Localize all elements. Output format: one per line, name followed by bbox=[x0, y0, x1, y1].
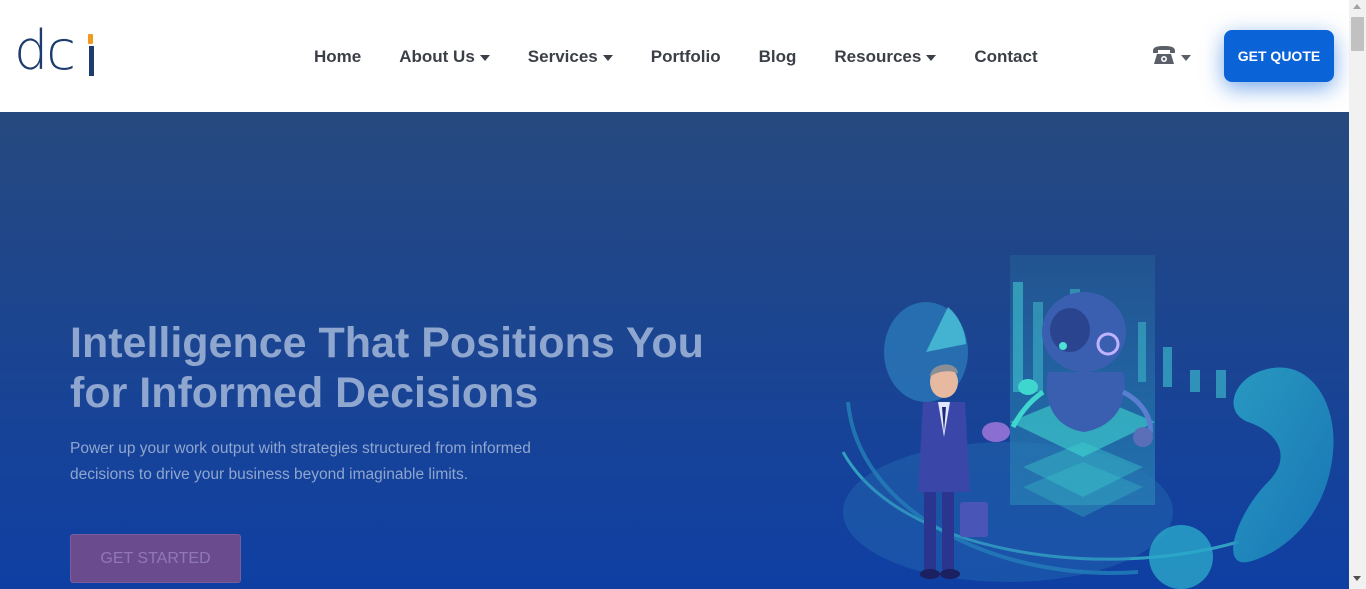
nav-blog-label: Blog bbox=[758, 47, 797, 66]
nav-portfolio-label: Portfolio bbox=[650, 47, 721, 66]
nav-resources-label: Resources bbox=[834, 47, 922, 66]
scrollbar-thumb[interactable] bbox=[1351, 17, 1364, 51]
scroll-up-arrow-icon[interactable] bbox=[1353, 4, 1361, 9]
caret-down-icon bbox=[479, 54, 490, 61]
nav-services[interactable]: Services bbox=[528, 47, 613, 67]
hero-subtitle-line-1: Power up your work output with strategie… bbox=[70, 440, 531, 457]
dci-logo[interactable]: dc bbox=[14, 24, 98, 80]
hero-title: Intelligence That Positions You for Info… bbox=[70, 318, 790, 418]
logo-text: dc bbox=[14, 19, 76, 82]
get-started-button[interactable]: GET STARTED bbox=[70, 534, 241, 583]
phone-dropdown[interactable] bbox=[1151, 44, 1191, 66]
nav-portfolio[interactable]: Portfolio bbox=[651, 47, 721, 67]
hero-subtitle: Power up your work output with strategie… bbox=[70, 436, 610, 488]
nav-blog[interactable]: Blog bbox=[759, 47, 797, 67]
nav-contact-label: Contact bbox=[974, 47, 1038, 66]
hero-subtitle-line-2: decisions to drive your business beyond … bbox=[70, 466, 469, 483]
caret-down-icon bbox=[1181, 55, 1191, 61]
hero-section: Intelligence That Positions You for Info… bbox=[0, 112, 1349, 589]
page: dc Home About Us Services Portfolio Blog… bbox=[0, 0, 1349, 589]
hero-title-line-2: for Informed Decisions bbox=[70, 369, 539, 417]
nav-about-us[interactable]: About Us bbox=[399, 47, 490, 67]
site-header: dc Home About Us Services Portfolio Blog… bbox=[0, 0, 1349, 112]
nav-home-label: Home bbox=[314, 47, 362, 66]
nav-home[interactable]: Home bbox=[314, 47, 361, 67]
scroll-down-arrow-icon[interactable] bbox=[1353, 576, 1361, 581]
main-nav: Home About Us Services Portfolio Blog Re… bbox=[314, 44, 1076, 70]
nav-contact[interactable]: Contact bbox=[974, 47, 1037, 67]
caret-down-icon bbox=[926, 54, 937, 61]
nav-about-us-label: About Us bbox=[399, 47, 475, 66]
get-quote-button[interactable]: GET QUOTE bbox=[1224, 30, 1334, 82]
vertical-scrollbar[interactable] bbox=[1349, 0, 1366, 589]
logo-i-stem bbox=[89, 46, 94, 76]
nav-services-label: Services bbox=[527, 47, 598, 66]
telephone-icon bbox=[1153, 46, 1175, 64]
caret-down-icon bbox=[602, 54, 613, 61]
logo-accent-dot bbox=[88, 34, 93, 44]
nav-resources[interactable]: Resources bbox=[834, 47, 937, 67]
businessman-and-robot-illustration bbox=[841, 255, 1334, 589]
hero-title-line-1: Intelligence That Positions You bbox=[70, 319, 704, 367]
